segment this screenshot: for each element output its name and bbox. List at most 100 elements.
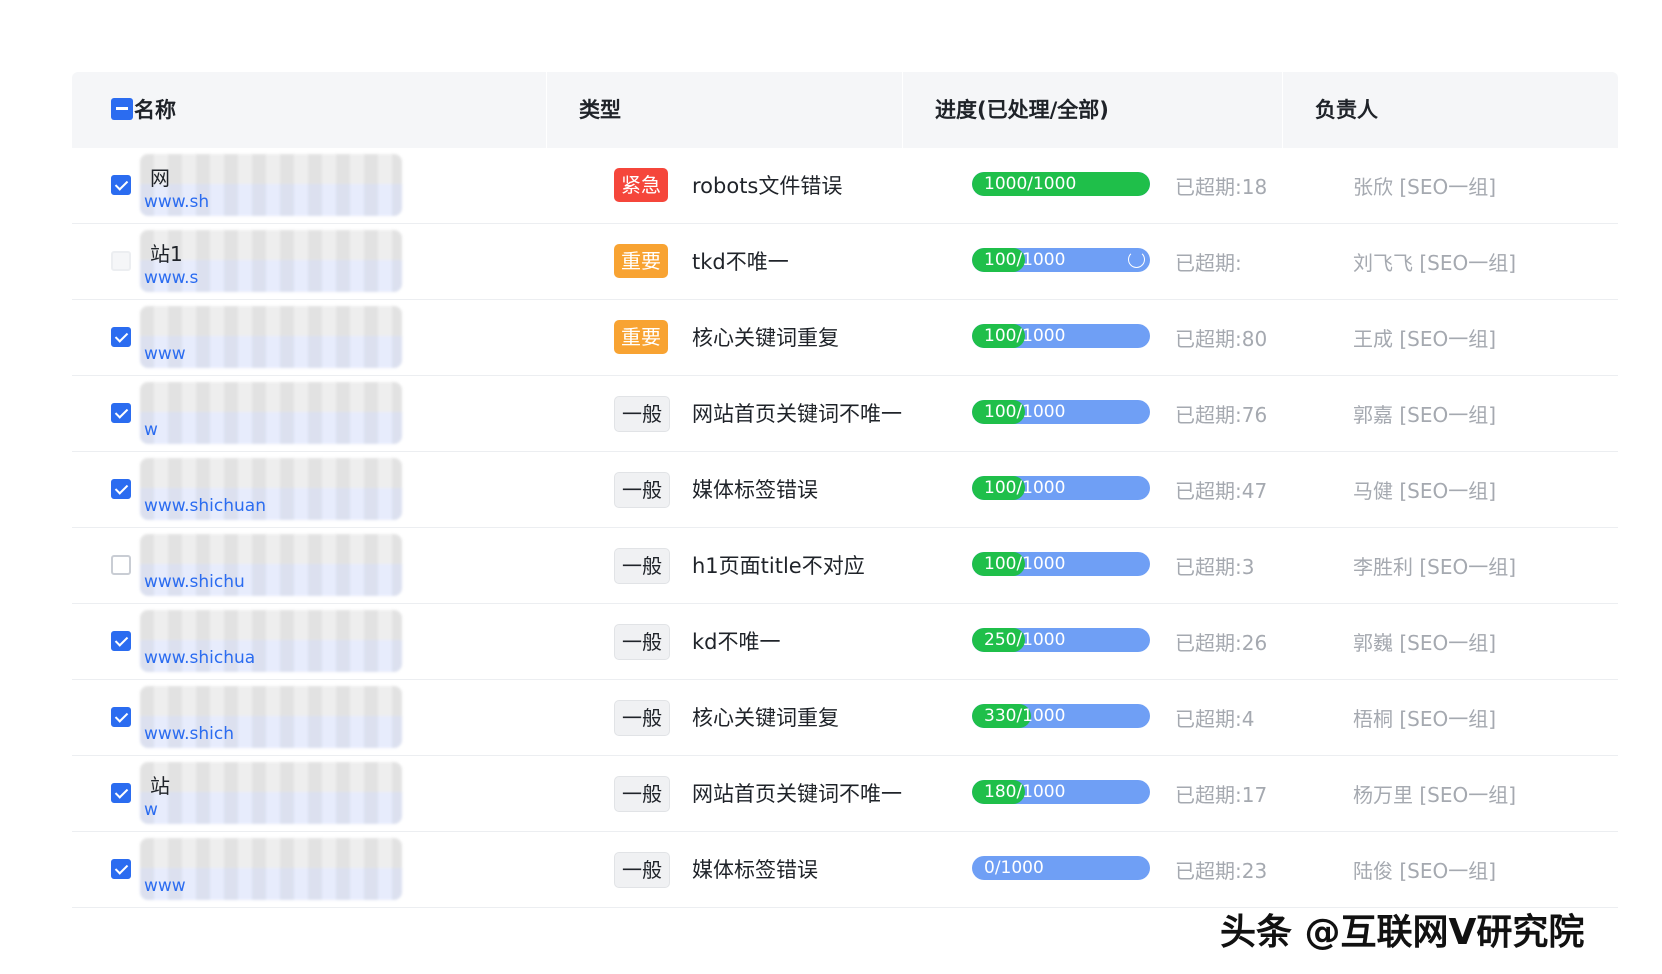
watermark: 头条 @互联网V研究院 — [1220, 912, 1585, 953]
table-row[interactable]: w 一般 网站首页关键词不唯一 100/1000 已超期:76 郭嘉 [SEO一… — [72, 376, 1618, 452]
overdue-count: 已超期:23 — [1175, 859, 1268, 883]
priority-tag: 重要 — [614, 320, 668, 354]
table-row[interactable]: www.shichuan 一般 媒体标签错误 100/1000 已超期:47 马… — [72, 452, 1618, 528]
column-header-type[interactable]: 类型 — [579, 72, 621, 148]
overdue-count: 已超期:17 — [1175, 783, 1268, 807]
blurred-name-mosaic — [140, 762, 402, 824]
progress-bar: 180/1000 — [972, 780, 1150, 804]
overdue-count: 已超期:76 — [1175, 403, 1268, 427]
issue-type: tkd不唯一 — [692, 250, 789, 274]
row-checkbox[interactable] — [111, 403, 131, 423]
row-checkbox[interactable] — [111, 631, 131, 651]
site-url-link[interactable]: www.shich — [144, 724, 234, 744]
column-divider — [546, 72, 547, 148]
column-divider — [1282, 72, 1283, 148]
progress-text: 100/1000 — [984, 326, 1066, 346]
site-url-link[interactable]: www.sh — [144, 192, 209, 212]
row-checkbox[interactable] — [111, 783, 131, 803]
priority-tag: 一般 — [614, 396, 670, 432]
progress-text: 100/1000 — [984, 554, 1066, 574]
row-checkbox[interactable] — [111, 479, 131, 499]
progress-bar: 100/1000 — [972, 248, 1150, 272]
issue-type: robots文件错误 — [692, 174, 843, 198]
overdue-count: 已超期:47 — [1175, 479, 1268, 503]
progress-bar: 330/1000 — [972, 704, 1150, 728]
table-row[interactable]: www 一般 媒体标签错误 0/1000 已超期:23 陆俊 [SEO一组] — [72, 832, 1618, 908]
column-divider — [902, 72, 903, 148]
row-checkbox[interactable] — [111, 327, 131, 347]
priority-tag: 一般 — [614, 548, 670, 584]
row-checkbox[interactable] — [111, 859, 131, 879]
table-row[interactable]: 站1 www.s 重要 tkd不唯一 100/1000 已超期: 刘飞飞 [SE… — [72, 224, 1618, 300]
row-checkbox[interactable] — [111, 175, 131, 195]
loading-spinner-icon — [1128, 251, 1145, 268]
overdue-count: 已超期:26 — [1175, 631, 1268, 655]
site-url-link[interactable]: www.shichuan — [144, 496, 266, 516]
overdue-count: 已超期:3 — [1175, 555, 1255, 579]
issue-type: 核心关键词重复 — [692, 326, 839, 350]
progress-bar: 100/1000 — [972, 324, 1150, 348]
progress-text: 330/1000 — [984, 706, 1066, 726]
owner-name[interactable]: 王成 [SEO一组] — [1353, 323, 1496, 352]
column-header-owner[interactable]: 负责人 — [1315, 72, 1378, 148]
progress-text: 0/1000 — [984, 858, 1044, 878]
owner-name[interactable]: 陆俊 [SEO一组] — [1353, 855, 1496, 884]
site-name[interactable]: 网 — [150, 162, 170, 191]
overdue-count: 已超期: — [1175, 251, 1242, 275]
row-checkbox[interactable] — [111, 555, 131, 575]
select-all-checkbox[interactable] — [111, 98, 133, 120]
progress-text: 100/1000 — [984, 478, 1066, 498]
site-url-link[interactable]: w — [144, 420, 158, 440]
issue-type: 网站首页关键词不唯一 — [692, 782, 902, 806]
owner-name[interactable]: 李胜利 [SEO一组] — [1353, 551, 1516, 580]
site-url-link[interactable]: www.s — [144, 268, 198, 288]
column-header-progress[interactable]: 进度(已处理/全部) — [935, 72, 1109, 148]
table-row[interactable]: 站 w 一般 网站首页关键词不唯一 180/1000 已超期:17 杨万里 [S… — [72, 756, 1618, 832]
site-url-link[interactable]: w — [144, 800, 158, 820]
owner-name[interactable]: 张欣 [SEO一组] — [1353, 171, 1496, 200]
progress-text: 100/1000 — [984, 402, 1066, 422]
progress-text: 1000/1000 — [984, 174, 1077, 194]
blurred-name-mosaic — [140, 382, 402, 444]
progress-text: 180/1000 — [984, 782, 1066, 802]
progress-bar: 0/1000 — [972, 856, 1150, 880]
issue-type: 网站首页关键词不唯一 — [692, 402, 902, 426]
progress-bar: 1000/1000 — [972, 172, 1150, 196]
site-url-link[interactable]: www.shichu — [144, 572, 245, 592]
owner-name[interactable]: 梧桐 [SEO一组] — [1353, 703, 1496, 732]
priority-tag: 一般 — [614, 624, 670, 660]
overdue-count: 已超期:18 — [1175, 175, 1268, 199]
priority-tag: 重要 — [614, 244, 668, 278]
table-row[interactable]: www 重要 核心关键词重复 100/1000 已超期:80 王成 [SEO一组… — [72, 300, 1618, 376]
table-row[interactable]: www.shichua 一般 kd不唯一 250/1000 已超期:26 郭巍 … — [72, 604, 1618, 680]
owner-name[interactable]: 郭巍 [SEO一组] — [1353, 627, 1496, 656]
progress-text: 250/1000 — [984, 630, 1066, 650]
table-row[interactable]: www.shich 一般 核心关键词重复 330/1000 已超期:4 梧桐 [… — [72, 680, 1618, 756]
progress-bar: 250/1000 — [972, 628, 1150, 652]
progress-text: 100/1000 — [984, 250, 1066, 270]
priority-tag: 一般 — [614, 776, 670, 812]
table-body: 网 www.sh 紧急 robots文件错误 1000/1000 已超期:18 … — [72, 148, 1618, 908]
site-name[interactable]: 站 — [150, 770, 170, 799]
row-checkbox — [111, 251, 131, 271]
site-url-link[interactable]: www — [144, 876, 186, 896]
row-checkbox[interactable] — [111, 707, 131, 727]
table-row[interactable]: www.shichu 一般 h1页面title不对应 100/1000 已超期:… — [72, 528, 1618, 604]
task-table: 名称 类型 进度(已处理/全部) 负责人 网 www.sh 紧急 robots文… — [72, 72, 1618, 908]
progress-bar: 100/1000 — [972, 476, 1150, 500]
owner-name[interactable]: 刘飞飞 [SEO一组] — [1353, 247, 1516, 276]
site-name[interactable]: 站1 — [150, 238, 183, 267]
owner-name[interactable]: 郭嘉 [SEO一组] — [1353, 399, 1496, 428]
overdue-count: 已超期:4 — [1175, 707, 1255, 731]
site-url-link[interactable]: www — [144, 344, 186, 364]
owner-name[interactable]: 马健 [SEO一组] — [1353, 475, 1496, 504]
priority-tag: 紧急 — [614, 168, 668, 202]
column-header-name[interactable]: 名称 — [134, 72, 176, 148]
table-row[interactable]: 网 www.sh 紧急 robots文件错误 1000/1000 已超期:18 … — [72, 148, 1618, 224]
overdue-count: 已超期:80 — [1175, 327, 1268, 351]
site-url-link[interactable]: www.shichua — [144, 648, 255, 668]
owner-name[interactable]: 杨万里 [SEO一组] — [1353, 779, 1516, 808]
issue-type: 媒体标签错误 — [692, 478, 818, 502]
priority-tag: 一般 — [614, 700, 670, 736]
issue-type: kd不唯一 — [692, 630, 781, 654]
